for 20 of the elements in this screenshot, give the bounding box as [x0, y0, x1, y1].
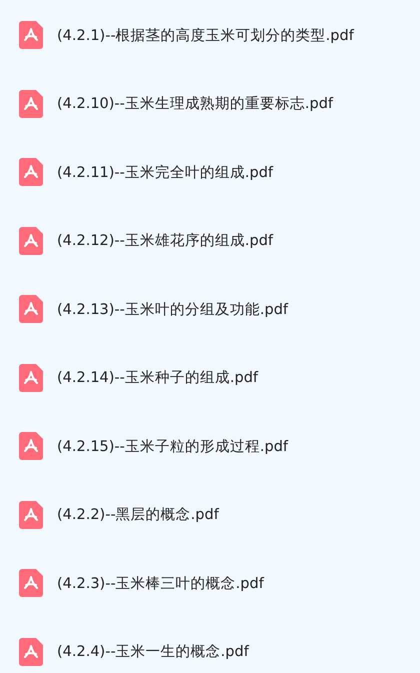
file-link[interactable]: (4.2.13)--玉米叶的分组及功能.pdf — [57, 300, 288, 319]
pdf-file-icon — [19, 295, 43, 324]
file-link[interactable]: (4.2.10)--玉米生理成熟期的重要标志.pdf — [57, 94, 334, 114]
pdf-file-icon — [19, 364, 43, 392]
file-link[interactable]: (4.2.11)--玉米完全叶的组成.pdf — [57, 162, 274, 182]
file-link[interactable]: (4.2.14)--玉米种子的组成.pdf — [57, 368, 258, 388]
pdf-file-icon — [19, 569, 43, 598]
file-link[interactable]: (4.2.3)--玉米棒三叶的概念.pdf — [57, 574, 264, 593]
file-link[interactable]: (4.2.2)--黑层的概念.pdf — [57, 505, 219, 524]
pdf-file-icon — [19, 158, 43, 186]
file-link[interactable]: (4.2.12)--玉米雄花序的组成.pdf — [57, 231, 274, 250]
file-link[interactable]: (4.2.4)--玉米一生的概念.pdf — [57, 642, 249, 662]
pdf-file-icon — [19, 638, 43, 666]
file-link[interactable]: (4.2.1)--根据茎的高度玉米可划分的类型.pdf — [57, 26, 354, 45]
pdf-file-icon — [19, 500, 43, 529]
pdf-file-icon — [19, 21, 43, 50]
pdf-file-icon — [19, 432, 43, 460]
file-link[interactable]: (4.2.15)--玉米子粒的形成过程.pdf — [57, 436, 288, 456]
pdf-file-icon — [19, 226, 43, 255]
pdf-file-icon — [19, 90, 43, 118]
